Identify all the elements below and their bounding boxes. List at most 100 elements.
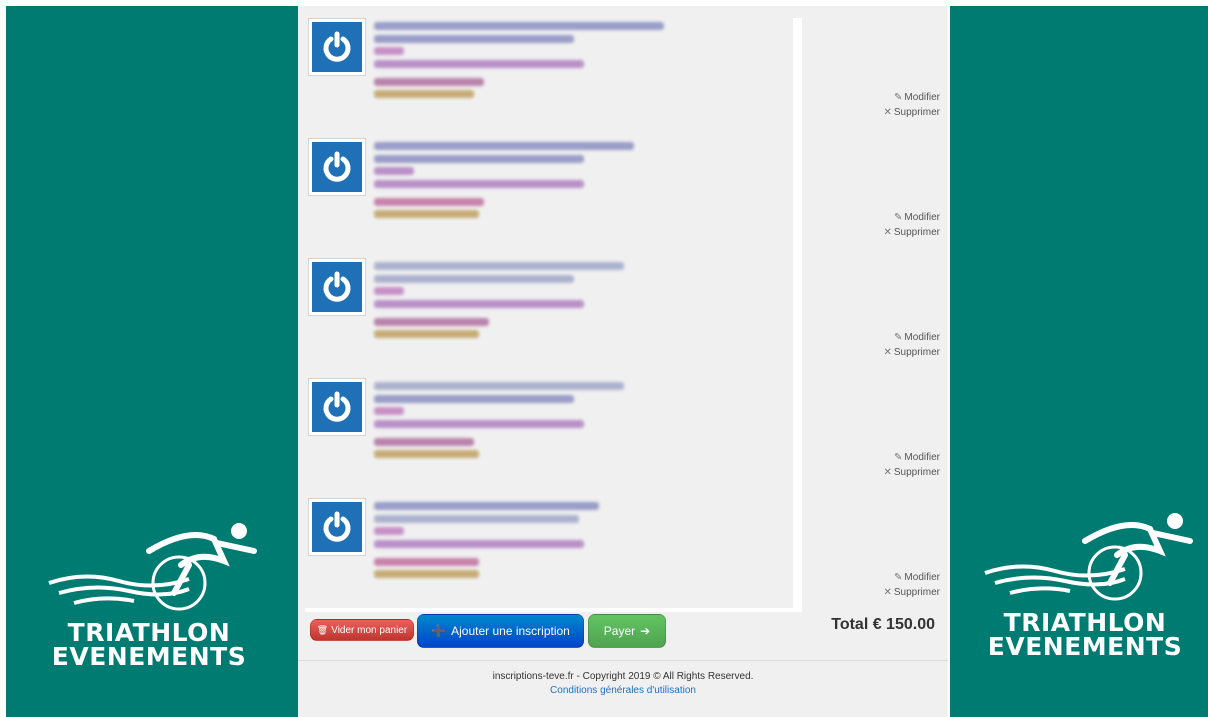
delete-item-link[interactable]: ✕ Supprimer [878,345,940,360]
item-details-redacted [374,22,674,103]
item-thumbnail [308,138,366,196]
redacted-text-line [374,437,474,446]
trash-icon: 🗑 [316,624,329,635]
item-actions: ✎ Modifier ✕ Supprimer [878,90,940,120]
edit-label: Modifier [904,452,940,463]
terms-link[interactable]: Conditions générales d'utilisation [298,685,948,696]
pencil-icon: ✎ [894,452,903,463]
redacted-text-line [374,317,489,326]
delete-item-link[interactable]: ✕ Supprimer [878,465,940,480]
redacted-text-line [374,330,479,338]
redacted-text-line [374,419,584,428]
edit-label: Modifier [904,332,940,343]
redacted-text-line [374,34,574,43]
item-actions: ✎ Modifier ✕ Supprimer [878,210,940,240]
redacted-text-line [374,382,624,390]
redacted-text-line [374,197,484,206]
edit-item-link[interactable]: ✎ Modifier [878,210,940,225]
redacted-text-line [374,154,584,163]
delete-item-link[interactable]: ✕ Supprimer [878,105,940,120]
arrow-right-icon: ➔ [640,624,651,638]
redacted-text-line [374,274,574,283]
redacted-text-line [374,407,404,415]
delete-label: Supprimer [893,227,940,238]
edit-item-link[interactable]: ✎ Modifier [878,570,940,585]
left-brand-panel: TRIATHLON EVENEMENTS [6,6,298,717]
item-details-redacted [374,142,674,223]
cart-panel: ✎ Modifier ✕ Supprimer ✎ Modifier ✕ Supprimer ✎ M… [298,6,948,717]
delete-label: Supprimer [893,467,940,478]
pencil-icon: ✎ [894,212,903,223]
redacted-text-line [374,59,584,68]
item-actions: ✎ Modifier ✕ Supprimer [878,330,940,360]
right-brand-panel: TRIATHLON EVENEMENTS [950,6,1208,717]
footer: inscriptions-teve.fr - Copyright 2019 © … [298,660,948,707]
redacted-text-line [374,210,479,218]
redacted-text-line [374,514,579,523]
redacted-text-line [374,570,479,578]
power-icon [312,142,362,192]
triathlete-logo-icon [48,523,257,611]
item-actions: ✎ Modifier ✕ Supprimer [878,450,940,480]
logo-text-evenements: EVENEMENTS [51,642,247,671]
redacted-text-line [374,90,474,98]
cart-item: ✎ Modifier ✕ Supprimer [298,378,940,488]
edit-label: Modifier [904,212,940,223]
redacted-text-line [374,262,624,270]
edit-label: Modifier [904,572,940,583]
item-thumbnail [308,18,366,76]
redacted-text-line [374,450,479,458]
delete-item-link[interactable]: ✕ Supprimer [878,225,940,240]
pencil-icon: ✎ [894,572,903,583]
item-thumbnail [308,378,366,436]
close-icon: ✕ [883,347,892,358]
cart-item: ✎ Modifier ✕ Supprimer [298,18,940,128]
delete-item-link[interactable]: ✕ Supprimer [878,585,940,600]
footer-copyright: inscriptions-teve.fr - Copyright 2019 © … [492,671,754,682]
pencil-icon: ✎ [894,332,903,343]
pay-button[interactable]: Payer ➔ [588,614,666,648]
pencil-icon: ✎ [894,92,903,103]
redacted-text-line [374,142,634,150]
clear-cart-label: Vider mon panier [331,624,408,636]
power-icon [312,382,362,432]
edit-item-link[interactable]: ✎ Modifier [878,450,940,465]
close-icon: ✕ [883,227,892,238]
redacted-text-line [374,557,479,566]
redacted-text-line [374,527,404,535]
item-thumbnail [308,498,366,556]
triathlete-logo-icon [984,513,1193,601]
power-icon [312,22,362,72]
delete-label: Supprimer [893,107,940,118]
redacted-text-line [374,539,584,548]
triathlon-logo: TRIATHLON EVENEMENTS [970,511,1200,659]
triathlon-logo: TRIATHLON EVENEMENTS [34,521,264,669]
close-icon: ✕ [883,467,892,478]
redacted-text-line [374,22,664,30]
item-details-redacted [374,502,674,583]
redacted-text-line [374,179,584,188]
cart-item: ✎ Modifier ✕ Supprimer [298,498,940,608]
close-icon: ✕ [883,107,892,118]
logo-text-evenements: EVENEMENTS [987,632,1183,661]
item-thumbnail [308,258,366,316]
redacted-text-line [374,47,404,55]
cart-total: Total € 150.00 [831,616,935,633]
close-icon: ✕ [883,587,892,598]
delete-label: Supprimer [893,347,940,358]
item-details-redacted [374,382,674,463]
item-details-redacted [374,262,674,343]
clear-cart-button[interactable]: 🗑 Vider mon panier [310,619,414,641]
power-icon [312,502,362,552]
edit-item-link[interactable]: ✎ Modifier [878,330,940,345]
add-user-icon: ➕ [431,624,447,638]
cart-item: ✎ Modifier ✕ Supprimer [298,258,940,368]
edit-item-link[interactable]: ✎ Modifier [878,90,940,105]
add-registration-label: Ajouter une inscription [451,624,570,638]
add-registration-button[interactable]: ➕ Ajouter une inscription [417,614,584,648]
cart-item: ✎ Modifier ✕ Supprimer [298,138,940,248]
redacted-text-line [374,502,599,510]
item-actions: ✎ Modifier ✕ Supprimer [878,570,940,600]
pay-label: Payer [603,624,636,638]
redacted-text-line [374,394,574,403]
